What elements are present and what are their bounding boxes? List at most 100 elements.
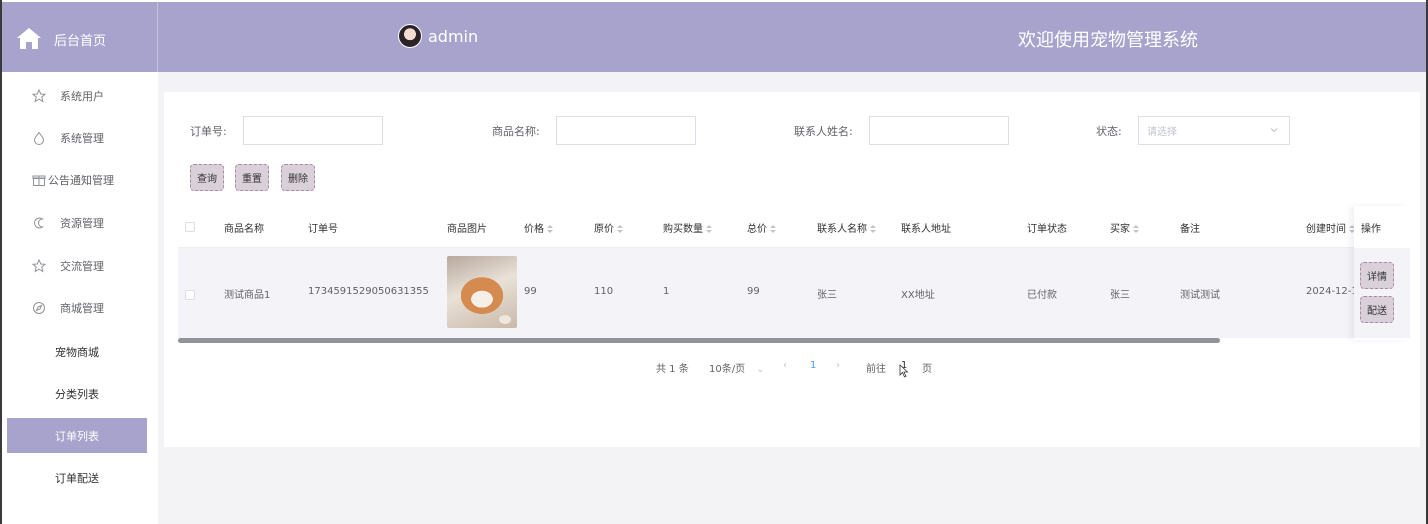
col-original-price-label: 原价 [594,224,614,235]
table-header: 商品名称 订单号 商品图片 价格 原价 购买数量 总价 联系人名称 联系人地址 … [178,206,1410,248]
col-created-at-label: 创建时间 [1306,224,1346,235]
cell-buyer: 张三 [1110,290,1130,301]
col-price-label: 价格 [524,224,544,235]
col-total[interactable]: 总价 [747,220,776,235]
status-select[interactable]: 请选择 [1138,116,1290,145]
sidebar-item-resource-management[interactable]: 资源管理 [2,202,158,244]
cell-quantity: 1 [663,286,670,297]
table-row[interactable]: 测试商品1 1734591529050631355 99 110 1 99 张三… [178,248,1410,338]
col-product-image: 商品图片 [447,224,487,235]
reset-button[interactable]: 重置 [235,164,269,191]
cell-total: 99 [747,286,760,297]
sidebar: 系统用户 系统管理 公告通知管理 资源管理 交流管理 商城管理 宠物商城 分类列… [2,72,158,524]
product-name-input[interactable] [556,116,696,145]
select-all-checkbox[interactable] [185,222,195,232]
page-size-value: 10条/页 [709,364,746,375]
operation-column: 操作 详情 配送 [1354,206,1410,340]
product-name-label: 商品名称: [492,125,540,138]
col-operation: 操作 [1361,224,1381,235]
sidebar-item-notice-management[interactable]: 公告通知管理 [2,159,158,201]
page-unit-label: 页 [922,364,932,375]
cell-contact-name: 张三 [817,290,837,301]
contact-name-input[interactable] [869,116,1009,145]
user-name: admin [428,26,479,46]
col-product-name: 商品名称 [224,224,264,235]
col-remark: 备注 [1180,224,1200,235]
order-list-panel: 订单号: 商品名称: 联系人姓名: 状态: 请选择 查询 重置 删除 商品名称 … [164,92,1420,447]
status-label: 状态: [1096,125,1122,138]
prev-page-button[interactable]: ‹ [783,360,787,371]
contact-name-label: 联系人姓名: [794,125,853,138]
cell-order-no: 1734591529050631355 [308,286,429,297]
sidebar-item-label: 商城管理 [60,302,104,315]
system-title: 欢迎使用宠物管理系统 [1018,30,1198,51]
sidebar-item-label: 公告通知管理 [48,174,114,187]
col-original-price[interactable]: 原价 [594,220,623,235]
status-select-placeholder: 请选择 [1147,127,1177,138]
sidebar-item-label: 系统用户 [60,90,104,103]
star-icon [32,89,46,103]
col-buyer-label: 买家 [1110,224,1130,235]
sort-icon[interactable] [770,224,776,234]
col-contact-name-label: 联系人名称 [817,224,867,235]
sidebar-subitem-category-list[interactable]: 分类列表 [7,376,147,411]
delete-button[interactable]: 删除 [281,164,315,191]
page-size-select[interactable]: 10条/页 ⌄ [709,360,765,375]
cell-remark: 测试测试 [1180,290,1220,301]
drop-icon [33,131,45,145]
home-label: 后台首页 [54,34,107,49]
user-info[interactable]: admin [398,22,478,50]
sidebar-subitem-pet-mall[interactable]: 宠物商城 [7,334,147,369]
row-checkbox[interactable] [185,290,195,300]
cell-contact-address: XX地址 [901,290,935,301]
sidebar-subitem-order-delivery[interactable]: 订单配送 [7,460,147,495]
cell-original-price: 110 [594,286,614,297]
col-order-status: 订单状态 [1027,224,1067,235]
compass-icon [33,302,45,314]
pagination-total: 共 1 条 [656,364,689,375]
chevron-down-icon [1270,128,1278,133]
sidebar-item-label: 资源管理 [60,217,104,230]
sidebar-item-mall-management[interactable]: 商城管理 [2,287,158,329]
cell-price: 99 [524,286,537,297]
horizontal-scrollbar[interactable] [178,338,1220,343]
page-1-button[interactable]: 1 [810,360,816,371]
col-contact-address: 联系人地址 [901,224,951,235]
col-price[interactable]: 价格 [524,220,553,235]
col-quantity[interactable]: 购买数量 [663,220,712,235]
sort-icon[interactable] [706,224,712,234]
order-no-label: 订单号: [190,125,227,138]
sidebar-item-system-management[interactable]: 系统管理 [2,117,158,159]
home-icon [17,28,41,49]
col-quantity-label: 购买数量 [663,224,703,235]
mouse-cursor-icon [899,364,909,378]
home-link[interactable]: 后台首页 [2,2,158,72]
sidebar-subitem-order-list[interactable]: 订单列表 [7,418,147,453]
sort-icon[interactable] [547,224,553,234]
col-contact-name[interactable]: 联系人名称 [817,220,876,235]
sort-icon[interactable] [617,224,623,234]
product-image [447,256,517,328]
top-header: 后台首页 admin 欢迎使用宠物管理系统 [2,2,1426,72]
sort-icon[interactable] [1133,224,1139,234]
goto-label: 前往 [866,364,886,375]
ship-button[interactable]: 配送 [1360,296,1394,323]
col-buyer[interactable]: 买家 [1110,220,1139,235]
cell-product-name: 测试商品1 [224,290,271,301]
gift-icon [32,175,46,186]
avatar [398,24,422,48]
col-total-label: 总价 [747,224,767,235]
cell-order-status: 已付款 [1027,290,1057,301]
cell-created-at: 2024-12-1 [1306,286,1358,297]
sidebar-item-system-users[interactable]: 系统用户 [2,75,158,117]
sidebar-item-communication-management[interactable]: 交流管理 [2,245,158,287]
order-no-input[interactable] [243,116,383,145]
sidebar-item-label: 系统管理 [60,132,104,145]
col-order-no: 订单号 [308,224,338,235]
next-page-button[interactable]: › [836,360,840,371]
col-created-at[interactable]: 创建时间 [1306,220,1355,235]
chevron-down-icon: ⌄ [756,364,765,375]
sort-icon[interactable] [870,224,876,234]
query-button[interactable]: 查询 [190,164,224,191]
detail-button[interactable]: 详情 [1360,262,1394,289]
